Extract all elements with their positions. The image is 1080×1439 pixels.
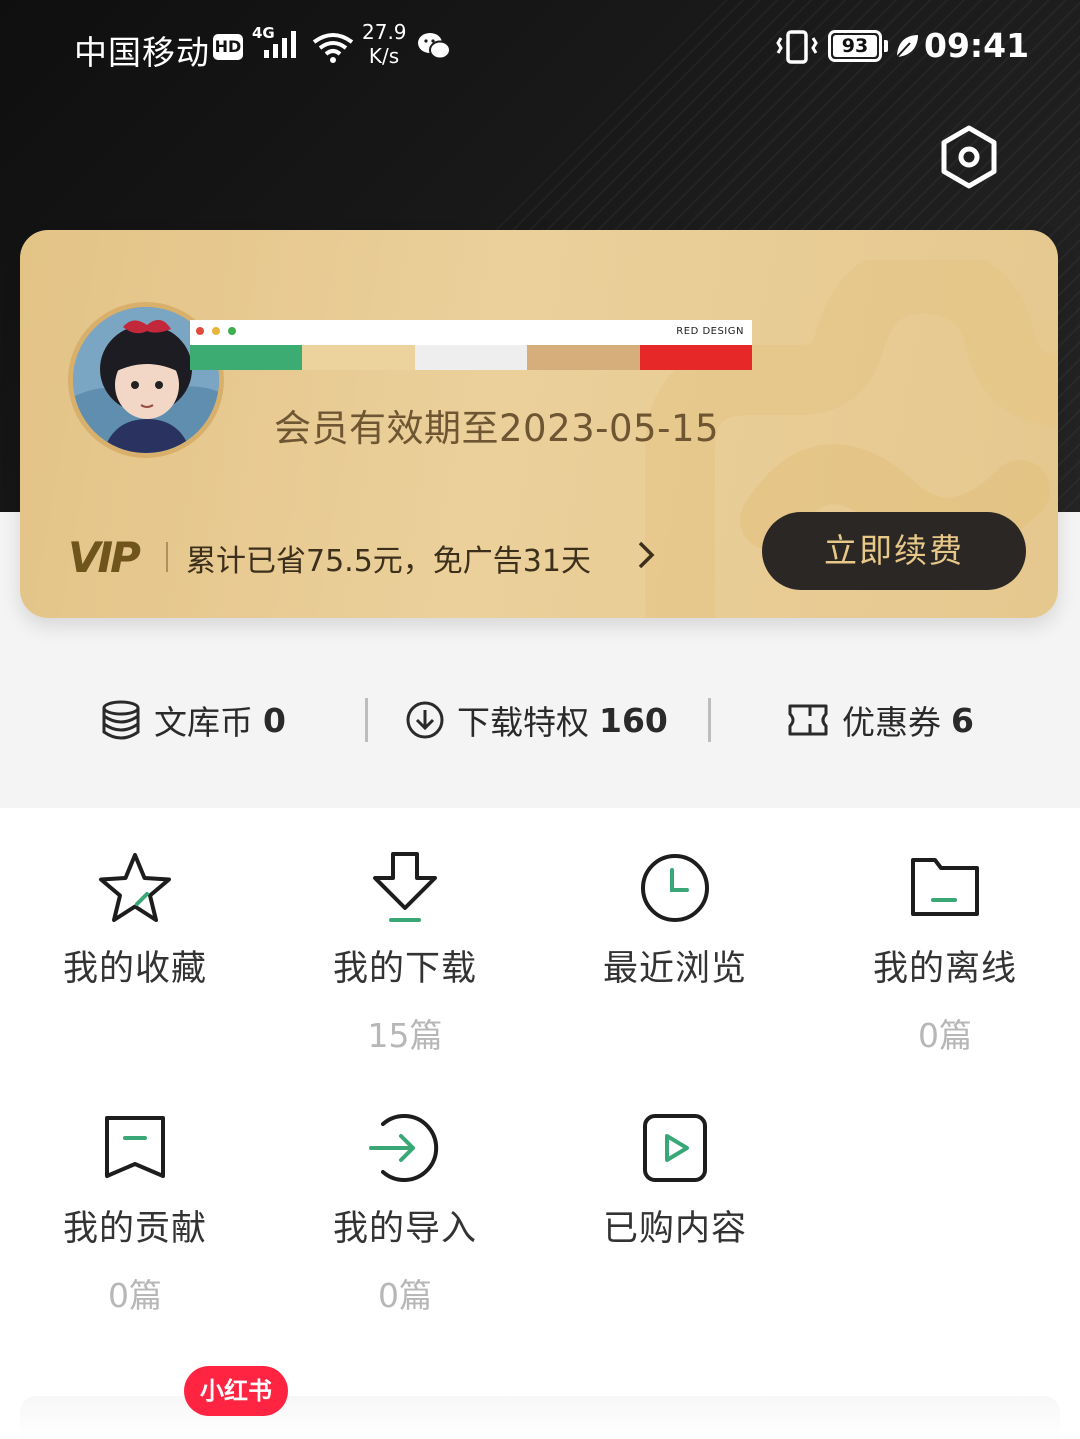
menu-title: 已购内容 (602, 1209, 747, 1249)
menu-title: 我的收藏 (62, 949, 207, 989)
ticket-icon (788, 704, 828, 736)
play-box-icon (643, 1114, 707, 1182)
menu-my-favorites[interactable]: 我的收藏 (5, 850, 265, 1009)
banner-brand: RED DESIGN (676, 326, 744, 337)
stat-label: 优惠券 (842, 703, 941, 742)
menu-title: 最近浏览 (602, 949, 747, 989)
vibrate-icon (776, 30, 818, 64)
battery-level: 93 (833, 35, 877, 57)
download-icon (373, 852, 437, 922)
menu-my-downloads[interactable]: 我的下载 15篇 (275, 850, 535, 1057)
vip-card: RED DESIGN 会员有效期至2023-05-15 VIP 累计已省75.5… (20, 230, 1058, 618)
network-speed: 27.9 K/s (362, 20, 407, 68)
watermark-badge: 小红书 (184, 1366, 288, 1416)
savings-summary-link[interactable]: 累计已省75.5元，免广告31天 (186, 536, 591, 580)
folder-icon (911, 858, 979, 916)
stat-value: 160 (599, 700, 668, 740)
wechat-icon (418, 33, 451, 60)
signal-icon (264, 31, 296, 58)
clock-icon (641, 854, 709, 922)
stat-coins[interactable]: 文库币 0 (100, 688, 286, 752)
menu-count: 15篇 (367, 1016, 443, 1055)
menu-my-imports[interactable]: 我的导入 0篇 (275, 1110, 535, 1317)
swatch (414, 345, 528, 370)
vip-logo-text: VIP (68, 534, 141, 578)
stat-download-privilege[interactable]: 下载特权 160 (405, 688, 668, 752)
clock: 09:41 (924, 26, 1030, 65)
stats-row: 文库币 0 下载特权 160 优惠券 6 (0, 688, 1080, 752)
bookmark-icon (105, 1116, 165, 1178)
menu-title: 我的下载 (332, 949, 477, 989)
coins-stack-icon (102, 700, 140, 740)
settings-icon[interactable] (936, 124, 1002, 190)
menu-count: 0篇 (378, 1276, 432, 1315)
stat-value: 0 (263, 700, 286, 740)
username-banner: RED DESIGN (190, 320, 753, 370)
menu-count: 0篇 (108, 1276, 162, 1315)
stat-label: 文库币 (154, 703, 253, 742)
menu-count: 0篇 (918, 1016, 972, 1055)
menu-title: 我的离线 (872, 949, 1017, 989)
vip-logo-icon: VIP (68, 534, 144, 578)
import-icon (369, 1114, 439, 1182)
renew-button[interactable]: 立即续费 (762, 512, 1026, 590)
color-swatches (190, 345, 753, 370)
stat-value: 6 (951, 700, 974, 740)
membership-expiry: 会员有效期至2023-05-15 (274, 407, 720, 450)
battery-icon: 93 (828, 30, 882, 62)
speed-unit: K/s (368, 44, 400, 68)
hd-badge: HD (213, 34, 243, 60)
swatch (527, 345, 640, 370)
bottom-section-edge (20, 1396, 1060, 1439)
power-saving-leaf-icon (896, 35, 918, 58)
menu-purchased-content[interactable]: 已购内容 (545, 1110, 805, 1269)
speed-value: 27.9 (362, 20, 407, 44)
carrier-name: 中国移动 (74, 33, 210, 72)
stat-label: 下载特权 (457, 703, 589, 742)
menu-recent-browsing[interactable]: 最近浏览 (545, 850, 805, 1009)
swatch (302, 345, 415, 370)
menu-my-offline[interactable]: 我的离线 0篇 (815, 850, 1075, 1057)
stat-coupons[interactable]: 优惠券 6 (786, 688, 974, 752)
swatch (639, 345, 753, 370)
swatch (190, 345, 303, 370)
menu-title: 我的贡献 (62, 1209, 207, 1249)
download-circle-icon (406, 701, 444, 739)
menu-title: 我的导入 (332, 1209, 477, 1249)
star-icon (99, 853, 171, 922)
menu-my-contributions[interactable]: 我的贡献 0篇 (5, 1110, 265, 1317)
chevron-right-icon[interactable] (636, 540, 656, 570)
wifi-icon (312, 33, 354, 63)
status-bar: 中国移动 HD 4G 27.9 K/s 93 09:41 (0, 18, 1080, 78)
